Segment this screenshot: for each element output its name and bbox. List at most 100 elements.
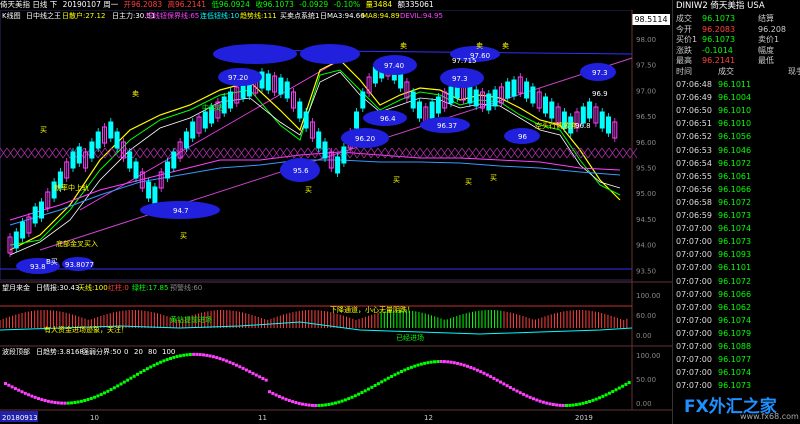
wave-dot bbox=[46, 399, 50, 403]
wave-dot bbox=[558, 403, 562, 407]
wave-dot bbox=[297, 401, 301, 405]
sell-signal: 卖 bbox=[502, 42, 509, 50]
ann-price: 95.6 bbox=[293, 167, 309, 175]
quote-value: 96.1073 bbox=[702, 35, 736, 44]
wave-dot bbox=[433, 360, 436, 364]
axis-tick-label: 100.00 bbox=[636, 352, 661, 360]
quote-right-label: 最低 bbox=[758, 56, 774, 65]
bar-open: 开96.2083 bbox=[123, 0, 163, 9]
candle-body bbox=[606, 116, 611, 134]
wave-dot bbox=[617, 386, 621, 390]
wave-dot bbox=[343, 398, 347, 402]
wave-dot bbox=[211, 355, 215, 359]
ann-label: 中转站 bbox=[202, 103, 223, 112]
wave-dot bbox=[96, 394, 100, 398]
wave-dot bbox=[258, 375, 262, 379]
tick-time: 07:06:48 bbox=[676, 80, 712, 89]
candle-body bbox=[133, 161, 139, 179]
quote-right-label: 卖价1 bbox=[758, 35, 780, 44]
wave-dot bbox=[202, 353, 205, 357]
wave-dot bbox=[241, 366, 245, 370]
wave-dot bbox=[429, 360, 433, 364]
wave-dot bbox=[281, 396, 285, 400]
sub1-note: 黄钻提前进场 bbox=[170, 315, 212, 324]
wave-dot bbox=[370, 385, 374, 389]
wave-dot bbox=[548, 402, 552, 406]
wave-dot bbox=[400, 370, 403, 374]
annotation-ellipse bbox=[213, 44, 297, 64]
tick-row: 07:06:58 96.1072 bbox=[676, 197, 800, 209]
wave-dot bbox=[228, 360, 232, 364]
wave-dot bbox=[182, 353, 186, 357]
time-label: 2019 bbox=[575, 414, 593, 422]
wave-dot bbox=[132, 374, 136, 378]
wave-dot bbox=[475, 368, 479, 372]
candle-body bbox=[580, 106, 586, 124]
wave-dot bbox=[169, 356, 172, 360]
tick-time: 07:06:54 bbox=[676, 158, 712, 168]
wave-dot bbox=[419, 362, 423, 366]
wave-dot bbox=[205, 353, 209, 357]
wave-dot bbox=[66, 401, 70, 405]
tick-row: 07:07:00 96.1074 bbox=[676, 367, 800, 379]
candle-body bbox=[435, 96, 441, 114]
wave-dot bbox=[93, 395, 97, 399]
axis-tick-label: 0.00 bbox=[636, 332, 652, 340]
wave-dot bbox=[386, 376, 390, 380]
candle-body bbox=[89, 141, 95, 159]
wave-dot bbox=[162, 359, 166, 363]
wave-dot bbox=[334, 401, 337, 405]
sub2-item: 80 bbox=[148, 348, 157, 356]
tick-row: 07:07:00 96.1077 bbox=[676, 354, 800, 366]
tick-price: 96.1077 bbox=[718, 355, 752, 365]
wave-dot bbox=[439, 360, 443, 364]
wave-dot bbox=[317, 403, 321, 407]
candle-body bbox=[341, 146, 347, 164]
wave-dot bbox=[353, 394, 357, 398]
tick-row: 07:07:00 96.1093 bbox=[676, 249, 800, 261]
sub2-wave-series bbox=[4, 352, 631, 407]
tick-price: 96.1056 bbox=[718, 132, 752, 142]
tick-price: 96.1066 bbox=[718, 289, 752, 299]
candle-body bbox=[316, 131, 322, 149]
tick-time: 07:07:00 bbox=[676, 237, 712, 247]
wave-dot bbox=[119, 382, 123, 386]
wave-dot bbox=[136, 372, 139, 376]
candle-body bbox=[543, 96, 548, 114]
wave-dot bbox=[459, 362, 463, 366]
tick-time: 07:07:00 bbox=[676, 289, 712, 299]
wave-dot bbox=[215, 356, 219, 360]
buy-signal: 买 bbox=[40, 126, 47, 134]
candle-body bbox=[303, 111, 309, 129]
tick-row: 07:07:00 96.1072 bbox=[676, 276, 800, 288]
wave-dot bbox=[221, 358, 225, 362]
wave-dot bbox=[301, 402, 304, 406]
wave-dot bbox=[185, 353, 189, 357]
wave-dot bbox=[578, 402, 582, 406]
sell-signal: 卖 bbox=[476, 42, 483, 50]
wave-dot bbox=[446, 360, 450, 364]
candle-body bbox=[530, 86, 536, 104]
ann-label: 空头行情放弃 bbox=[535, 121, 577, 130]
candle-body bbox=[429, 101, 435, 119]
tick-row: 07:07:00 96.1074 bbox=[676, 223, 800, 235]
candle-body bbox=[549, 101, 555, 119]
wave-dot bbox=[314, 403, 318, 407]
sub1-axis: 100.00 60.00 0.00 bbox=[636, 292, 661, 340]
wave-dot bbox=[571, 403, 575, 407]
wave-dot bbox=[449, 360, 453, 364]
wave-dot bbox=[152, 363, 156, 367]
ticks-header-time: 时间 bbox=[676, 67, 692, 76]
candle-body bbox=[114, 131, 120, 149]
quote-value: 96.2083 bbox=[702, 24, 736, 34]
bar-change-pct: -0.10% bbox=[333, 0, 361, 9]
chart-canvas[interactable]: 98.00 97.50 97.00 96.50 96.00 95.50 95.00 94.50… bbox=[0, 10, 672, 424]
candle-body bbox=[39, 201, 44, 219]
sub1-note: 下降通道，小心无量阴跌！ bbox=[330, 305, 414, 314]
wave-dot bbox=[380, 380, 384, 384]
wave-dot bbox=[561, 403, 565, 407]
ann-price: 97.60 bbox=[470, 52, 490, 60]
candle-body bbox=[284, 81, 290, 99]
ann-price: 93.8 bbox=[30, 263, 46, 271]
main-legend-ind5: 连低钮线:10 bbox=[200, 11, 239, 20]
